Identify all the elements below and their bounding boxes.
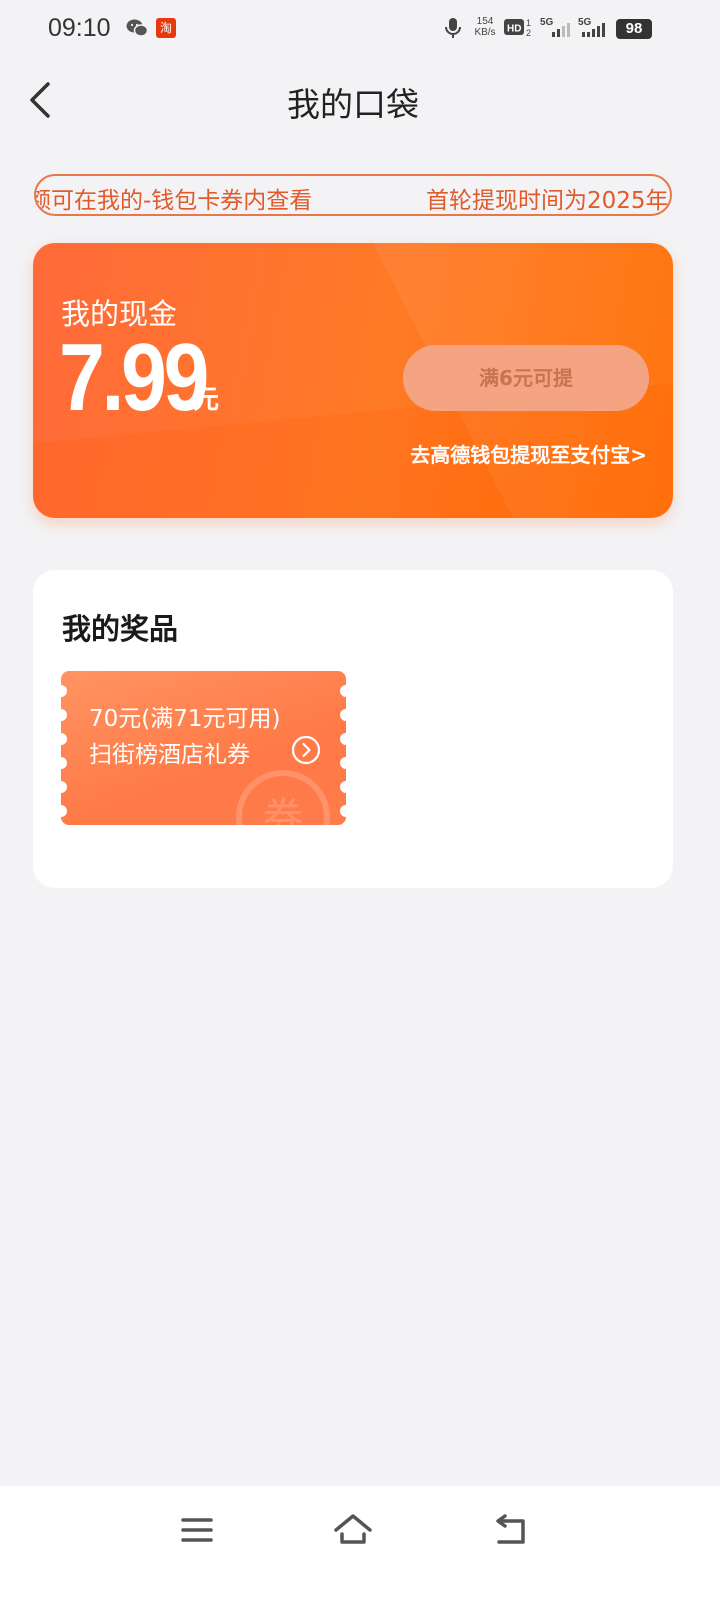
status-bar: 09:10 淘 154 KB/s HD 1 2 5G 5G 98 <box>0 0 720 56</box>
system-nav-bar <box>0 1486 720 1600</box>
cash-card: 我的现金 7.99 元 满6元可提 去高德钱包提现至支付宝> <box>33 243 673 518</box>
prizes-card: 我的奖品 券 70元(满71元可用) 扫街榜酒店礼券 <box>33 570 673 888</box>
status-time: 09:10 <box>48 14 111 42</box>
svg-text:HD: HD <box>507 24 521 35</box>
svg-text:2: 2 <box>526 28 531 38</box>
net-speed-unit: KB/s <box>474 27 496 38</box>
coupon-watermark-text: 券 <box>263 795 303 825</box>
menu-icon[interactable] <box>175 1508 219 1552</box>
svg-text:5G: 5G <box>540 17 554 28</box>
hd-icon: HD 1 2 <box>504 18 531 38</box>
back-icon[interactable] <box>489 1508 533 1552</box>
coupon-notch <box>61 709 67 721</box>
coupon-notch <box>340 685 346 697</box>
cash-amount: 7.99 <box>59 324 209 431</box>
page-title: 我的口袋 <box>287 85 419 124</box>
coupon-notch <box>340 781 346 793</box>
withdraw-button[interactable]: 满6元可提 <box>403 345 649 411</box>
coupon-notch <box>61 733 67 745</box>
coupon-notch <box>340 757 346 769</box>
coupon-notch <box>61 781 67 793</box>
signal-5g-icon: 5G <box>578 17 605 37</box>
taobao-icon: 淘 <box>156 18 176 38</box>
coupon-notch <box>61 685 67 697</box>
home-icon[interactable] <box>331 1508 375 1552</box>
chevron-right-circle-icon[interactable] <box>291 735 321 765</box>
coupon-name: 扫街榜酒店礼券 <box>89 742 250 768</box>
notice-bar[interactable]: 额可在我的-钱包卡券内查看 首轮提现时间为2025年 <box>34 174 672 216</box>
wechat-icon <box>126 19 148 37</box>
mic-icon <box>445 18 461 38</box>
coupon-watermark: 券 <box>236 770 330 825</box>
coupon-notch <box>61 757 67 769</box>
prizes-title: 我的奖品 <box>62 612 179 646</box>
coupon-card[interactable]: 券 70元(满71元可用) 扫街榜酒店礼券 <box>61 671 346 825</box>
signal-5g-icon: 5G <box>540 17 570 37</box>
notice-text: 首轮提现时间为2025年 <box>426 188 669 214</box>
alipay-withdraw-link[interactable]: 去高德钱包提现至支付宝> <box>410 439 647 468</box>
net-speed: 154 KB/s <box>472 16 498 40</box>
battery-icon: 98 <box>616 19 652 39</box>
coupon-notch <box>340 805 346 817</box>
coupon-notch <box>340 709 346 721</box>
svg-text:5G: 5G <box>578 17 592 28</box>
coupon-notch <box>340 733 346 745</box>
cash-unit: 元 <box>193 385 220 415</box>
svg-text:1: 1 <box>526 18 531 28</box>
coupon-notch <box>61 805 67 817</box>
coupon-value: 70元(满71元可用) <box>89 706 281 732</box>
net-speed-value: 154 <box>476 16 494 27</box>
notice-text: 额可在我的-钱包卡券内查看 <box>34 188 313 214</box>
